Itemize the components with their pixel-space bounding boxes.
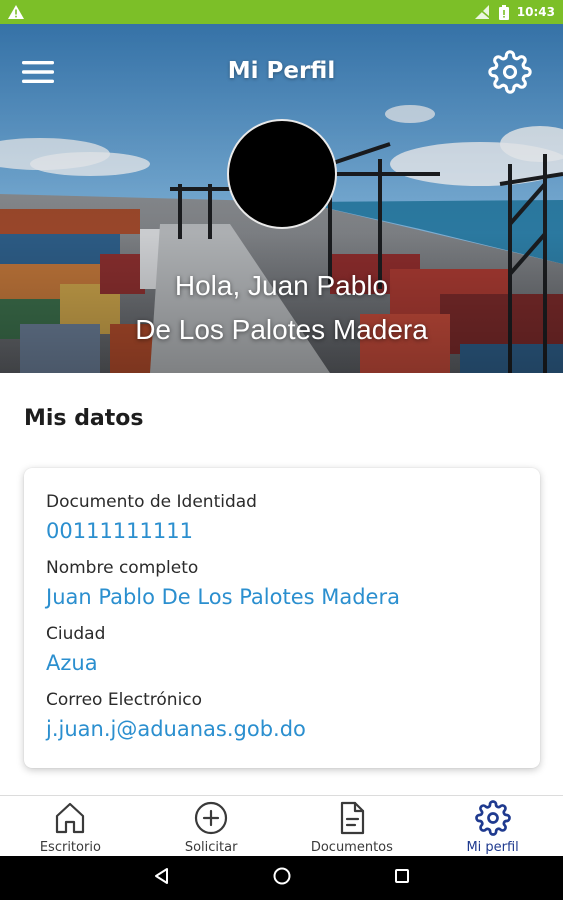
avatar[interactable]: [227, 119, 337, 229]
page-title: Mi Perfil: [227, 58, 336, 84]
bottom-nav: Escritorio Solicitar Documentos Mi perfi…: [0, 795, 563, 856]
profile-data-card: Documento de Identidad 00111111111 Nombr…: [24, 468, 540, 768]
settings-button[interactable]: [486, 50, 534, 98]
back-icon: [152, 866, 172, 890]
gear-icon: [474, 800, 511, 836]
battery-icon: [498, 4, 509, 20]
status-left: [8, 5, 24, 19]
greeting-line-1: Hola, Juan Pablo: [174, 270, 389, 301]
field-documento: Documento de Identidad 00111111111: [46, 490, 518, 550]
clock-text: 10:43: [516, 5, 555, 19]
nav-label: Solicitar: [184, 840, 238, 855]
system-back-button[interactable]: [102, 856, 222, 900]
nav-label: Mi perfil: [466, 840, 519, 855]
nav-label: Documentos: [310, 840, 393, 855]
field-label: Documento de Identidad: [46, 492, 257, 512]
warning-icon: [8, 5, 24, 19]
field-label: Correo Electrónico: [46, 690, 203, 710]
status-right: 10:43: [474, 4, 555, 20]
status-bar: 10:43: [0, 0, 563, 24]
system-home-button[interactable]: [222, 856, 342, 900]
nav-item-escritorio[interactable]: Escritorio: [0, 796, 141, 856]
system-recents-button[interactable]: [342, 856, 462, 900]
field-value: 00111111111: [46, 519, 193, 543]
recents-icon: [393, 867, 411, 889]
greeting-line-2: De Los Palotes Madera: [135, 314, 428, 345]
nav-item-solicitar[interactable]: Solicitar: [141, 796, 282, 856]
field-label: Ciudad: [46, 624, 106, 644]
field-nombre: Nombre completo Juan Pablo De Los Palote…: [46, 556, 518, 616]
app-header: Mi Perfil: [0, 50, 563, 98]
nav-label: Escritorio: [39, 840, 101, 855]
field-label: Nombre completo: [46, 558, 199, 578]
nav-item-documentos[interactable]: Documentos: [282, 796, 423, 856]
field-value: Juan Pablo De Los Palotes Madera: [46, 585, 400, 609]
home-circle-icon: [272, 866, 292, 890]
signal-off-icon: [474, 5, 491, 19]
field-ciudad: Ciudad Azua: [46, 622, 518, 682]
field-value: Azua: [46, 651, 98, 675]
greeting: Hola, Juan Pablo De Los Palotes Madera: [0, 264, 563, 352]
field-correo: Correo Electrónico j.juan.j@aduanas.gob.…: [46, 688, 518, 748]
field-value: j.juan.j@aduanas.gob.do: [46, 717, 306, 741]
profile-hero: Mi Perfil Hola, Juan Pablo De Los Palote…: [0, 24, 563, 373]
document-icon: [334, 800, 370, 836]
system-nav-bar: [0, 856, 563, 900]
gear-icon: [488, 50, 532, 98]
section-title: Mis datos: [24, 406, 144, 431]
plus-circle-icon: [193, 800, 229, 836]
home-icon: [52, 800, 88, 836]
nav-item-mi-perfil[interactable]: Mi perfil: [422, 796, 563, 856]
